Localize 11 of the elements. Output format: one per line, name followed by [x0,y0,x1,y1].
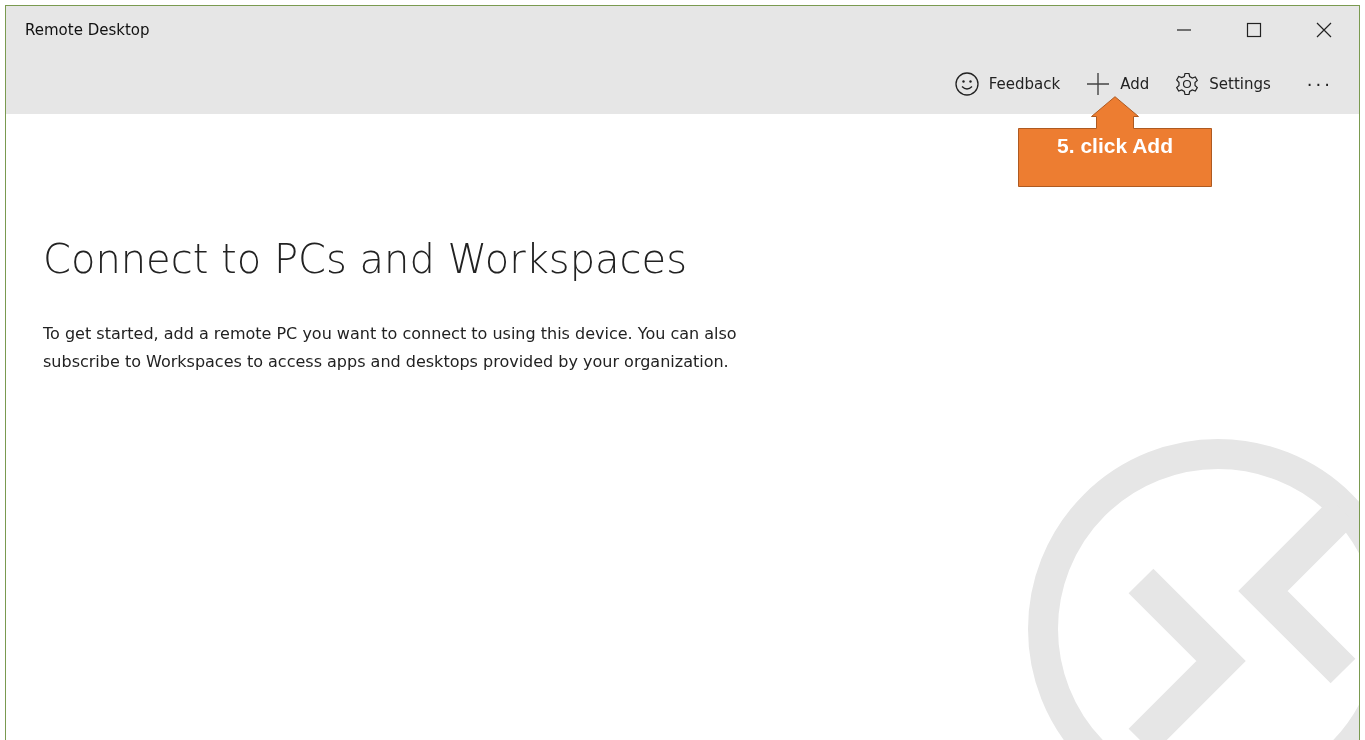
maximize-icon [1246,22,1262,38]
minimize-icon [1176,29,1192,31]
smiley-icon [954,72,979,96]
page-heading: Connect to PCs and Workspaces [43,236,688,282]
intro-text: To get started, add a remote PC you want to connect to using this device. You can also subscribe to Workspaces to access apps and desktops provided by your organization. [43,323,738,373]
close-icon [1316,22,1332,38]
settings-icon [1175,72,1200,96]
window-title: Remote Desktop [25,21,150,39]
callout: 5. click Add [1018,96,1212,187]
plus-icon [1086,72,1111,96]
more-button[interactable]: ··· [1306,69,1333,99]
